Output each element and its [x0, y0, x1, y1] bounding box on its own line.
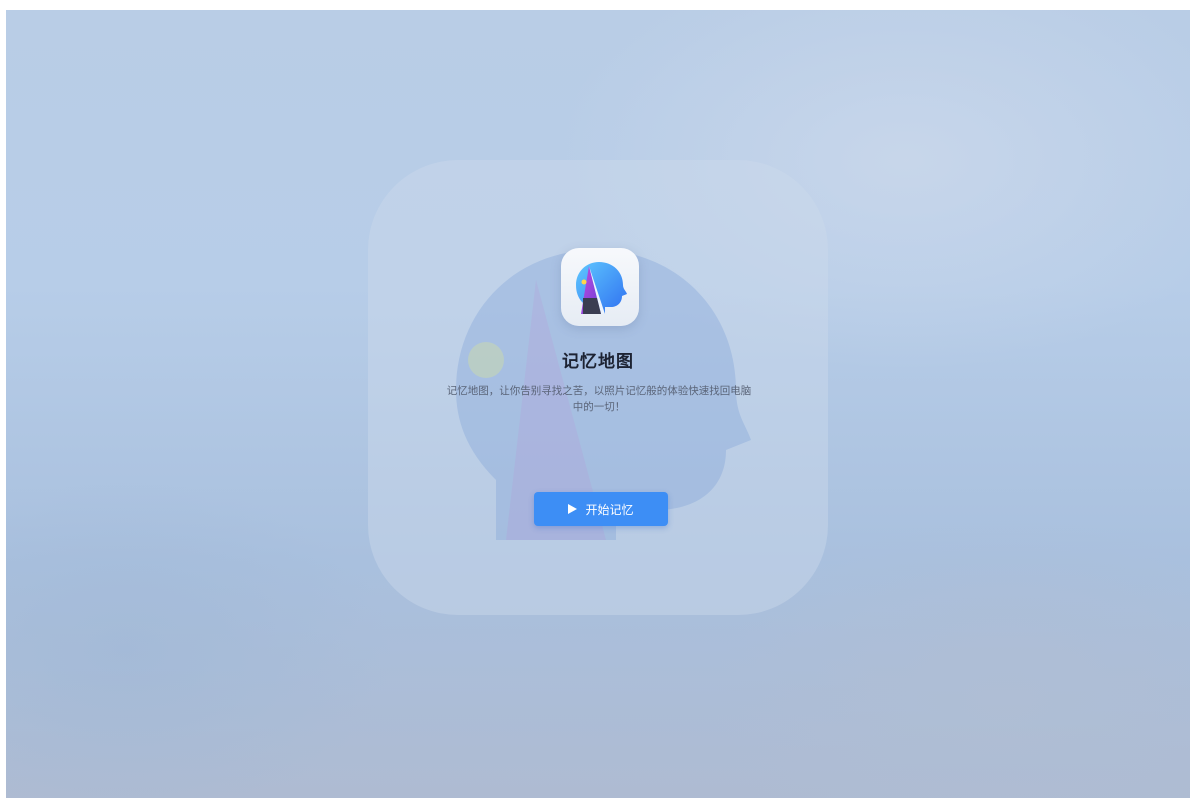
app-title: 记忆地图: [562, 352, 634, 372]
start-memory-label: 开始记忆: [585, 502, 634, 517]
play-icon: [568, 504, 578, 514]
app-logo: [561, 248, 639, 326]
start-memory-button[interactable]: 开始记忆: [534, 492, 668, 526]
app-description: 记忆地图，让你告别寻找之苦，以照片记忆般的体验快速找回电脑中的一切！: [446, 385, 752, 413]
app-window: 记忆地图 记忆地图，让你告别寻找之苦，以照片记忆般的体验快速找回电脑中的一切！ …: [6, 10, 1190, 798]
welcome-panel: 记忆地图 记忆地图，让你告别寻找之苦，以照片记忆般的体验快速找回电脑中的一切！ …: [6, 10, 1190, 798]
head-map-icon: [576, 262, 627, 314]
